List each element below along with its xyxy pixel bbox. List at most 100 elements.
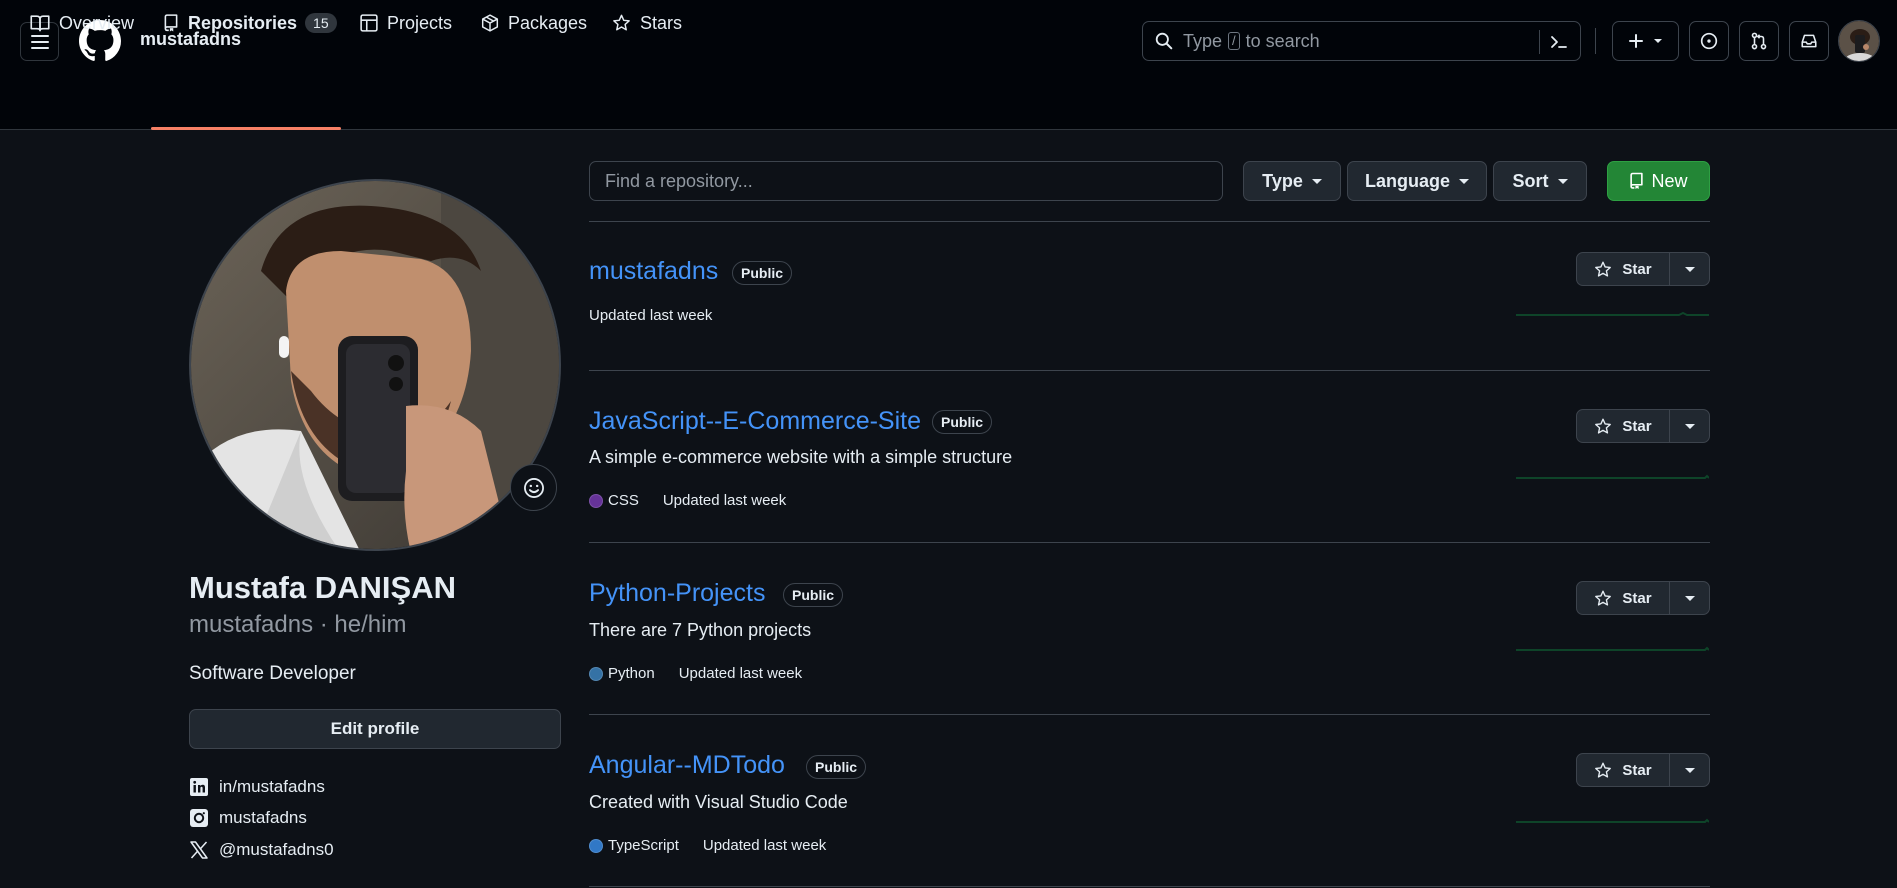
tab-projects-label: Projects [387,12,453,33]
repo-updated: Updated last week [702,837,827,854]
language-filter-button[interactable]: Language [1347,161,1487,201]
visibility-badge: Public [806,755,867,779]
star-lists-dropdown[interactable] [1670,253,1709,285]
list-divider [589,221,1710,222]
profile-handle: mustafadns · he/him [189,611,407,638]
user-avatar-menu[interactable] [1838,20,1880,62]
star-button[interactable]: Star [1577,754,1670,786]
star-label: Star [1622,417,1652,435]
repo-icon [1630,172,1644,190]
create-new-button[interactable] [1612,21,1679,61]
repo-updated: Updated last week [678,665,803,682]
caret-down-icon [1684,767,1695,773]
visibility-badge: Public [783,583,844,607]
avatar-photo-icon [1839,21,1879,61]
pull-requests-button[interactable] [1739,21,1779,61]
tab-repositories[interactable]: Repositories 15 [163,0,337,46]
language-filter-label: Language [1364,170,1450,191]
inbox-icon [1801,34,1817,48]
profile-bio: Software Developer [189,663,356,684]
table-icon [360,14,378,32]
set-status-button[interactable] [510,464,557,511]
new-repository-label: New [1651,170,1688,191]
profile-full-name: Mustafa DANIŞAN [189,570,456,605]
caret-down-icon [1653,39,1662,43]
language-color-dot [589,838,603,853]
repositories-count-badge: 15 [305,13,337,33]
linkedin-icon [189,777,209,797]
new-repository-button[interactable]: New [1607,161,1710,201]
tab-stars[interactable]: Stars [612,0,682,46]
selected-tab-indicator [151,127,341,130]
profile-avatar[interactable] [189,179,561,551]
header-divider [1595,28,1596,54]
find-repository-input[interactable] [589,161,1223,201]
sort-button[interactable]: Sort [1493,161,1587,201]
tab-overview[interactable]: Overview [30,0,134,46]
repo-icon [164,14,178,32]
search-input[interactable]: Type / to search [1142,21,1581,61]
repo-description: There are 7 Python projects [589,620,812,640]
caret-down-icon [1459,178,1469,184]
star-lists-dropdown[interactable] [1670,754,1709,786]
star-button[interactable]: Star [1577,582,1670,614]
repo-language: Python [589,665,655,682]
star-lists-dropdown[interactable] [1670,582,1709,614]
command-palette-button[interactable] [1539,30,1580,54]
tab-projects[interactable]: Projects [360,0,452,46]
instagram-handle: mustafadns [219,808,307,827]
social-link-instagram[interactable]: mustafadns [189,806,307,830]
tab-stars-label: Stars [640,12,683,33]
search-icon [1155,32,1173,50]
repo-link-javascript-e-commerce-site[interactable]: JavaScript--E-Commerce-Site [589,407,921,436]
issues-button[interactable] [1689,21,1729,61]
plus-icon [1628,34,1643,48]
linkedin-handle: in/mustafadns [219,777,325,796]
smiley-icon [523,477,544,498]
language-color-dot [589,493,603,508]
repo-description: A simple e-commerce website with a simpl… [589,447,1013,467]
repo-updated: Updated last week [662,492,787,509]
tab-packages[interactable]: Packages [481,0,587,46]
type-filter-label: Type [1262,170,1303,191]
star-button[interactable]: Star [1577,410,1670,442]
list-divider [589,542,1710,543]
star-label: Star [1622,589,1652,607]
list-divider [589,886,1710,887]
search-placeholder-prefix: Type [1183,30,1223,51]
repo-link-python-projects[interactable]: Python-Projects [589,579,765,608]
repo-language: CSS [589,492,639,509]
repo-meta: CSS Updated last week [589,492,786,509]
repo-language-name: Python [608,665,655,682]
edit-profile-button[interactable]: Edit profile [189,709,561,749]
repo-meta: TypeScript Updated last week [589,837,826,854]
star-button-group: Star [1576,581,1710,615]
tab-overview-label: Overview [59,12,135,33]
x-handle: @mustafadns0 [219,840,334,859]
type-filter-button[interactable]: Type [1243,161,1341,201]
star-button[interactable]: Star [1577,253,1670,285]
instagram-icon [189,808,209,828]
repo-updated: Updated last week [589,307,713,324]
star-icon [613,14,630,31]
repo-meta: Updated last week [589,307,712,324]
book-icon [30,15,50,32]
star-button-group: Star [1576,753,1710,787]
repo-link-mustafadns[interactable]: mustafadns [589,257,718,286]
caret-down-icon [1684,595,1695,601]
search-placeholder-suffix: to search [1245,30,1320,51]
star-lists-dropdown[interactable] [1670,410,1709,442]
repo-meta: Python Updated last week [589,665,802,682]
activity-sparkline [1516,311,1709,316]
list-divider [589,370,1710,371]
social-link-x[interactable]: @mustafadns0 [189,838,334,862]
repo-language-name: TypeScript [608,837,679,854]
repo-link-angular-mdtodo[interactable]: Angular--MDTodo [589,751,785,780]
star-button-group: Star [1576,252,1710,286]
visibility-badge: Public [732,261,793,285]
inbox-button[interactable] [1789,21,1829,61]
caret-down-icon [1684,423,1695,429]
package-icon [481,14,499,32]
social-link-linkedin[interactable]: in/mustafadns [189,775,325,799]
tab-packages-label: Packages [508,12,588,33]
